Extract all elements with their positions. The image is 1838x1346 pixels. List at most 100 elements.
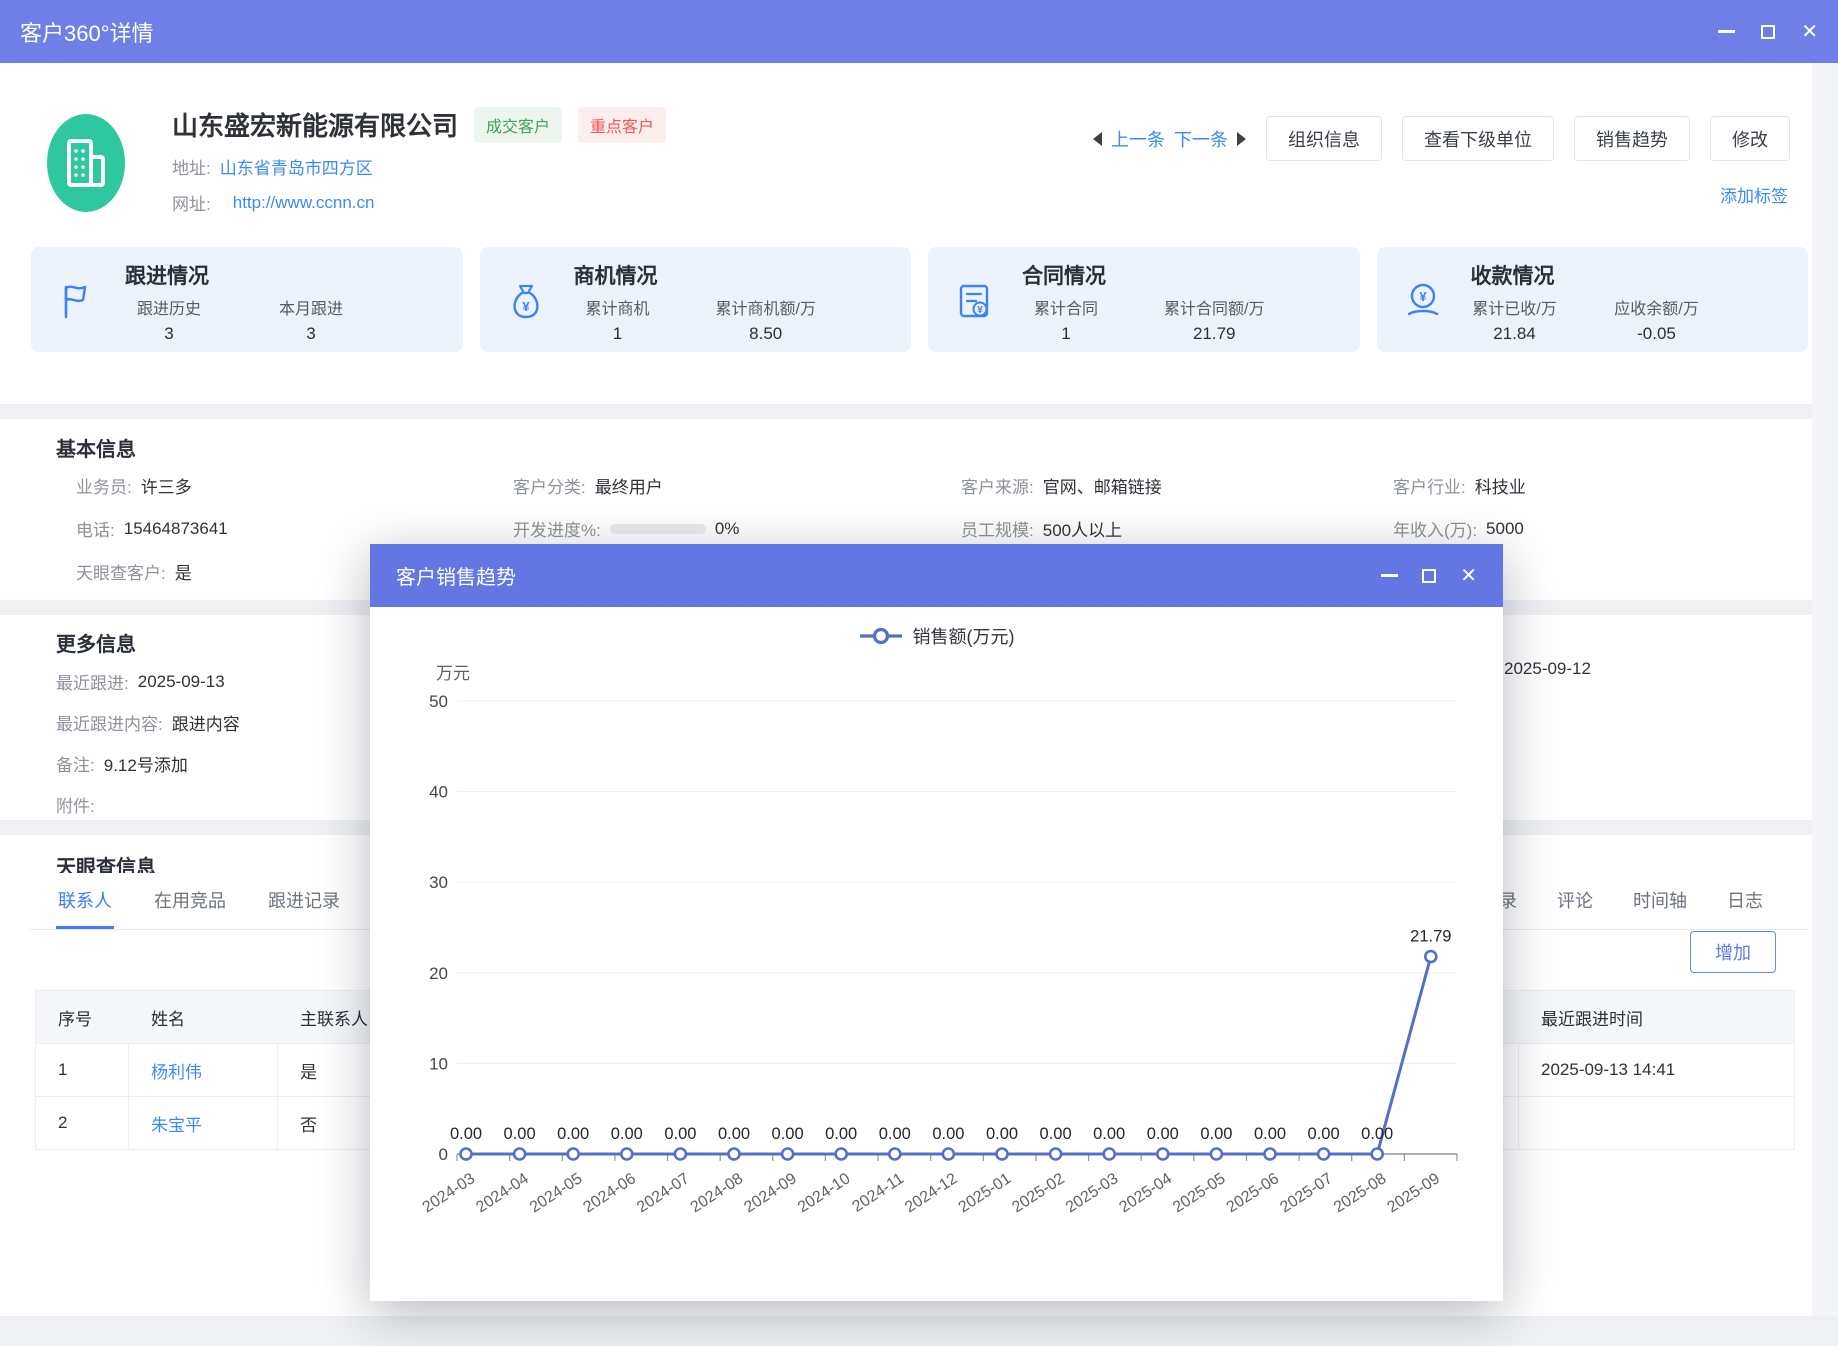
field-label: 业务员: xyxy=(76,473,132,498)
col-last-followup: 最近跟进时间 xyxy=(1519,1005,1794,1030)
field-label: 员工规模: xyxy=(961,516,1034,541)
field-value: 500人以上 xyxy=(1043,516,1122,541)
stat-title: 跟进情况 xyxy=(125,260,463,290)
add-contact-button[interactable]: 增加 xyxy=(1690,931,1776,973)
svg-text:0.00: 0.00 xyxy=(879,1125,911,1143)
tab-timeline[interactable]: 时间轴 xyxy=(1631,873,1689,930)
next-arrow-icon[interactable] xyxy=(1237,132,1246,146)
sales-trend-modal: 客户销售趋势 ✕ 销售额(万元) 01020304050万元0.000.000.… xyxy=(370,544,1503,1301)
prev-arrow-icon[interactable] xyxy=(1093,132,1102,146)
stat-label: 累计商机额/万 xyxy=(716,295,816,319)
tab-competitors[interactable]: 在用竞品 xyxy=(152,873,228,929)
svg-text:30: 30 xyxy=(429,873,448,892)
edit-button[interactable]: 修改 xyxy=(1710,116,1790,161)
minimize-icon[interactable] xyxy=(1718,30,1735,33)
stat-cards-row: 跟进情况 跟进历史3 本月跟进3 ¥ 商机情况 累计商机1 累计商机额/万8.5… xyxy=(31,247,1808,352)
stat-label: 应收余额/万 xyxy=(1613,295,1701,319)
svg-text:0.00: 0.00 xyxy=(825,1125,857,1143)
stat-value: 1 xyxy=(574,324,662,344)
svg-text:¥: ¥ xyxy=(977,305,983,316)
payment-stat-card: ¥ 收款情况 累计已收/万21.84 应收余额/万-0.05 xyxy=(1377,247,1809,352)
contact-name-link[interactable]: 杨利伟 xyxy=(151,1058,202,1083)
svg-text:0.00: 0.00 xyxy=(1040,1125,1072,1143)
address-label: 地址: xyxy=(172,154,211,179)
tab-contacts[interactable]: 联系人 xyxy=(56,873,114,929)
maximize-icon[interactable] xyxy=(1761,25,1775,39)
org-info-button[interactable]: 组织信息 xyxy=(1266,116,1382,161)
tab-comments[interactable]: 评论 xyxy=(1555,873,1595,930)
svg-text:2024-06: 2024-06 xyxy=(580,1170,639,1216)
modal-maximize-icon[interactable] xyxy=(1422,569,1436,583)
stat-value: 3 xyxy=(125,324,213,344)
contract-stat-card: ¥ 合同情况 累计合同1 累计合同额/万21.79 xyxy=(928,247,1360,352)
moneybag-icon: ¥ xyxy=(506,281,546,321)
svg-text:0.00: 0.00 xyxy=(1308,1125,1340,1143)
svg-text:2024-04: 2024-04 xyxy=(473,1170,532,1216)
window-titlebar: 客户360°详情 ✕ xyxy=(0,0,1838,63)
svg-text:0.00: 0.00 xyxy=(932,1125,964,1143)
field-label: 最近跟进: xyxy=(56,669,129,694)
svg-text:2025-03: 2025-03 xyxy=(1063,1170,1122,1216)
svg-text:2025-07: 2025-07 xyxy=(1277,1170,1336,1216)
stat-value: -0.05 xyxy=(1613,324,1701,344)
prev-record-link[interactable]: 上一条 xyxy=(1111,126,1165,152)
svg-text:2024-12: 2024-12 xyxy=(902,1170,961,1216)
svg-text:2025-02: 2025-02 xyxy=(1009,1170,1068,1216)
progress-value: 0% xyxy=(715,519,740,539)
view-subunits-button[interactable]: 查看下级单位 xyxy=(1402,116,1554,161)
basic-info-title: 基本信息 xyxy=(30,420,1808,462)
modal-title: 客户销售趋势 xyxy=(396,561,516,590)
svg-text:10: 10 xyxy=(429,1054,448,1073)
cell-last-followup: 2025-09-13 14:41 xyxy=(1519,1044,1794,1096)
field-value: 许三多 xyxy=(141,473,192,498)
website-link[interactable]: http://www.ccnn.cn xyxy=(233,193,375,213)
field-value: 5000 xyxy=(1486,519,1524,539)
chart-legend[interactable]: 销售额(万元) xyxy=(370,623,1503,649)
key-customer-badge: 重点客户 xyxy=(578,107,666,143)
address-link[interactable]: 山东省青岛市四方区 xyxy=(220,154,373,179)
svg-text:2025-09: 2025-09 xyxy=(1384,1170,1443,1216)
next-record-link[interactable]: 下一条 xyxy=(1174,126,1228,152)
contact-name-link[interactable]: 朱宝平 xyxy=(151,1111,202,1136)
legend-line-marker-icon xyxy=(859,625,903,647)
svg-text:50: 50 xyxy=(429,692,448,711)
svg-text:2024-10: 2024-10 xyxy=(795,1170,854,1216)
field-value: 15464873641 xyxy=(124,519,228,539)
tab-followup-records[interactable]: 跟进记录 xyxy=(266,873,342,929)
add-tag-link[interactable]: 添加标签 xyxy=(1720,182,1788,207)
stat-value: 8.50 xyxy=(716,324,816,344)
col-index: 序号 xyxy=(36,1005,129,1030)
svg-text:0.00: 0.00 xyxy=(1147,1125,1179,1143)
tab-logs[interactable]: 日志 xyxy=(1725,873,1765,930)
svg-text:2025-05: 2025-05 xyxy=(1170,1170,1229,1216)
field-label: 客户分类: xyxy=(513,473,586,498)
field-value: 2025-09-13 xyxy=(138,672,225,692)
svg-text:0.00: 0.00 xyxy=(664,1125,696,1143)
svg-text:2024-11: 2024-11 xyxy=(849,1170,907,1216)
svg-text:2025-08: 2025-08 xyxy=(1331,1170,1390,1216)
svg-text:¥: ¥ xyxy=(1419,289,1427,304)
svg-text:0.00: 0.00 xyxy=(1200,1125,1232,1143)
website-label: 网址: xyxy=(172,190,211,215)
stat-value: 1 xyxy=(1022,324,1110,344)
detail-tabbar-right: 录 评论 时间轴 日志 xyxy=(1497,873,1765,930)
stat-label: 累计合同 xyxy=(1022,295,1110,319)
modal-close-icon[interactable]: ✕ xyxy=(1460,566,1477,586)
close-icon[interactable]: ✕ xyxy=(1801,22,1818,42)
more-info-extra-date: 2025-09-12 xyxy=(1504,659,1591,679)
progress-bar xyxy=(610,524,706,534)
stat-label: 跟进历史 xyxy=(125,295,213,319)
svg-text:0.00: 0.00 xyxy=(450,1125,482,1143)
stat-value: 21.79 xyxy=(1164,324,1264,344)
col-name: 姓名 xyxy=(129,1005,278,1030)
stat-label: 累计合同额/万 xyxy=(1164,295,1264,319)
page-right-strip xyxy=(1812,63,1838,1316)
field-label: 客户来源: xyxy=(961,473,1034,498)
svg-text:0.00: 0.00 xyxy=(772,1125,804,1143)
stat-label: 累计商机 xyxy=(574,295,662,319)
sales-trend-button[interactable]: 销售趋势 xyxy=(1574,116,1690,161)
modal-minimize-icon[interactable] xyxy=(1381,574,1398,577)
cell-index: 2 xyxy=(36,1097,129,1149)
svg-text:0.00: 0.00 xyxy=(611,1125,643,1143)
modal-body: 销售额(万元) 01020304050万元0.000.000.000.000.0… xyxy=(370,607,1503,1301)
